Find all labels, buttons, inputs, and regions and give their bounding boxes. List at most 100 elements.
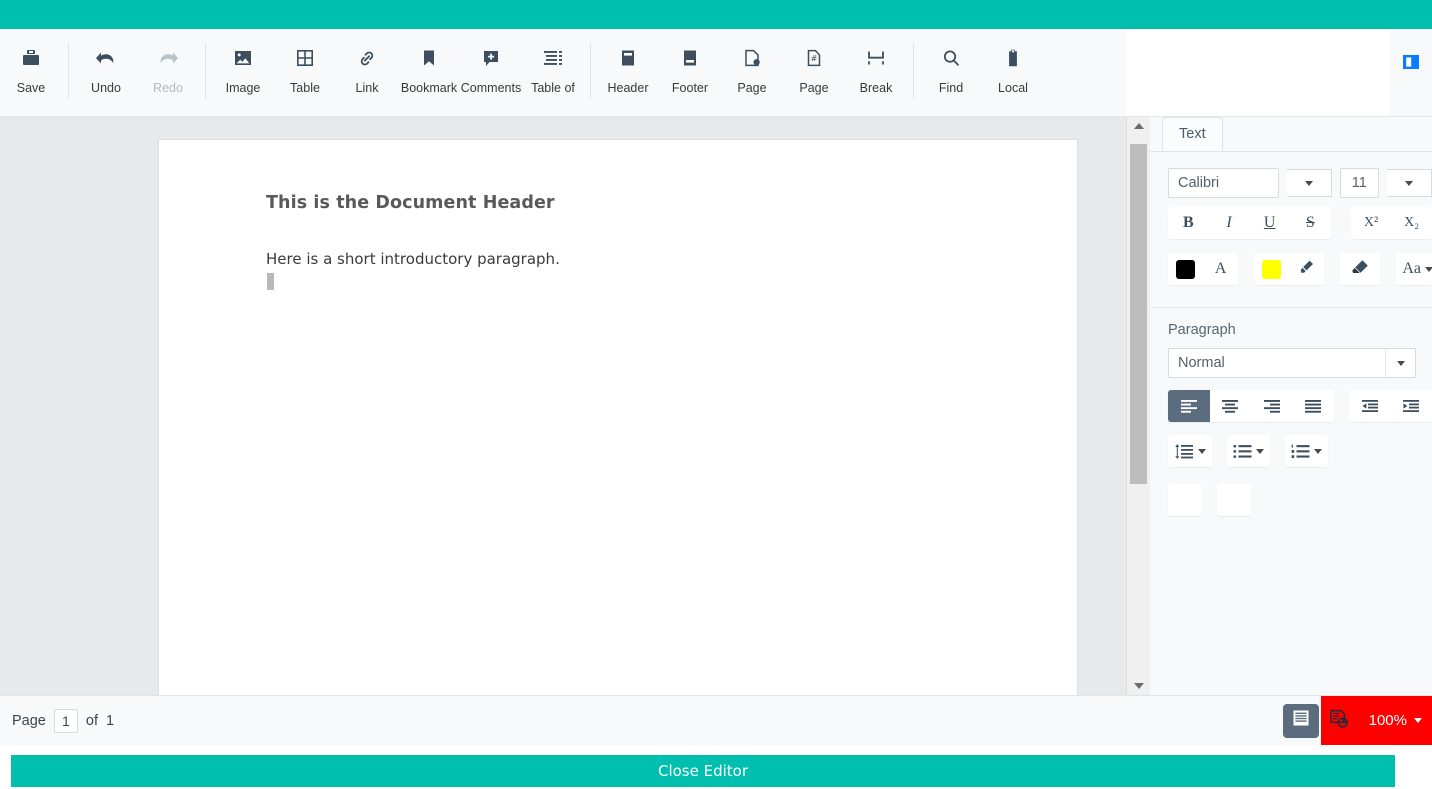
highlight-color-swatch-button[interactable] bbox=[1254, 253, 1290, 285]
highlight-color-swatch bbox=[1262, 259, 1282, 279]
toolbar-button-page-number[interactable]: # Page bbox=[783, 37, 845, 105]
align-left-button[interactable] bbox=[1168, 390, 1210, 422]
strikethrough-button[interactable]: S bbox=[1290, 207, 1331, 239]
toolbar-button-table-of-contents[interactable]: Table of bbox=[522, 37, 584, 105]
document-paragraph: Here is a short introductory paragraph. bbox=[266, 250, 560, 268]
superscript-button[interactable]: X² bbox=[1350, 207, 1392, 239]
font-size-value: 11 bbox=[1351, 175, 1367, 191]
toolbar-button-link[interactable]: Link bbox=[336, 37, 398, 105]
table-grid-icon bbox=[295, 45, 315, 71]
text-caret bbox=[267, 273, 274, 290]
comment-add-icon bbox=[481, 45, 501, 71]
bold-button[interactable]: B bbox=[1168, 207, 1209, 239]
toolbar-button-redo[interactable]: Redo bbox=[137, 37, 199, 105]
tab-text-label: Text bbox=[1179, 126, 1206, 142]
font-family-dropdown-arrow[interactable] bbox=[1286, 169, 1332, 197]
tab-text[interactable]: Text bbox=[1162, 117, 1223, 151]
page-break-icon bbox=[865, 45, 887, 71]
change-case-button[interactable]: Aa bbox=[1396, 253, 1432, 285]
close-editor-label: Close Editor bbox=[657, 762, 749, 780]
toggle-side-panel-icon[interactable] bbox=[1402, 53, 1420, 76]
list-row bbox=[1150, 435, 1432, 467]
document-page[interactable]: This is the Document Header Here is a sh… bbox=[159, 140, 1077, 695]
toolbar-button-undo[interactable]: Undo bbox=[75, 37, 137, 105]
toolbar-button-undo-label: Undo bbox=[91, 81, 121, 95]
subscript-label: X₂ bbox=[1404, 215, 1420, 230]
clipboard-icon bbox=[1003, 45, 1023, 71]
italic-button[interactable]: I bbox=[1208, 207, 1250, 239]
editor-region: This is the Document Header Here is a sh… bbox=[0, 117, 1432, 695]
numbered-list-group bbox=[1285, 435, 1328, 467]
toolbar-button-find-label: Find bbox=[938, 81, 964, 95]
paragraph-extra-button-1[interactable] bbox=[1168, 484, 1202, 516]
page-label: Page bbox=[12, 712, 46, 729]
highlight-group bbox=[1254, 253, 1325, 285]
chevron-down-icon bbox=[1198, 448, 1206, 454]
document-vertical-scrollbar[interactable] bbox=[1126, 117, 1150, 695]
numbered-list-button[interactable] bbox=[1285, 435, 1328, 467]
line-spacing-button[interactable] bbox=[1168, 435, 1212, 467]
paragraph-style-select[interactable]: Normal bbox=[1168, 348, 1416, 378]
indent-group bbox=[1349, 390, 1432, 422]
page-number-input[interactable] bbox=[53, 708, 78, 733]
increase-indent-button[interactable] bbox=[1390, 390, 1432, 422]
clear-formatting-button[interactable] bbox=[1340, 253, 1381, 285]
bulleted-list-group bbox=[1227, 435, 1270, 467]
decrease-indent-button[interactable] bbox=[1349, 390, 1391, 422]
svg-text:#: # bbox=[811, 54, 818, 63]
underline-button[interactable]: U bbox=[1249, 207, 1291, 239]
page-navigation: Page of 1 bbox=[0, 708, 115, 733]
toolbar-button-find[interactable]: Find bbox=[920, 37, 982, 105]
text-style-group: B I U S bbox=[1168, 207, 1331, 239]
toolbar-button-save[interactable]: Save bbox=[0, 37, 62, 105]
toolbar-button-header[interactable]: Header bbox=[597, 37, 659, 105]
paragraph-extra-row bbox=[1150, 484, 1432, 516]
scrollbar-thumb[interactable] bbox=[1130, 144, 1147, 484]
web-layout-view-button[interactable] bbox=[1320, 696, 1357, 745]
scrollbar-up-arrow[interactable] bbox=[1127, 117, 1150, 135]
font-color-button[interactable]: A bbox=[1203, 253, 1239, 285]
align-justify-button[interactable] bbox=[1292, 390, 1334, 422]
toolbar-button-table[interactable]: Table bbox=[274, 37, 336, 105]
eraser-icon bbox=[1350, 258, 1370, 281]
font-size-dropdown-arrow[interactable] bbox=[1387, 169, 1432, 197]
font-row: Calibri 11 bbox=[1150, 168, 1432, 198]
superscript-label: X² bbox=[1363, 215, 1379, 230]
zoom-control[interactable]: 100% bbox=[1356, 696, 1432, 745]
toolbar-button-footer[interactable]: Footer bbox=[659, 37, 721, 105]
status-bar-right-controls: 100% bbox=[1282, 696, 1432, 745]
toolbar-button-image[interactable]: Image bbox=[212, 37, 274, 105]
font-color-swatch bbox=[1176, 259, 1196, 279]
font-family-select[interactable]: Calibri bbox=[1168, 168, 1279, 198]
paragraph-extra-button-2[interactable] bbox=[1217, 484, 1251, 516]
main-toolbar: Save Undo Redo Image Table Link Bookmark… bbox=[0, 29, 1432, 117]
paragraph-section-title: Paragraph bbox=[1168, 322, 1236, 338]
align-right-button[interactable] bbox=[1251, 390, 1293, 422]
image-icon bbox=[233, 45, 253, 71]
text-style-row: B I U S X² X₂ bbox=[1150, 207, 1432, 239]
chevron-down-icon bbox=[1414, 718, 1422, 723]
toolbar-button-local[interactable]: Local bbox=[982, 37, 1044, 105]
paragraph-style-dropdown-arrow[interactable] bbox=[1385, 349, 1415, 377]
page-header-icon bbox=[618, 45, 638, 71]
page-layout-view-button[interactable] bbox=[1282, 703, 1319, 738]
toolbar-button-page-setup[interactable]: Page bbox=[721, 37, 783, 105]
page-footer-icon bbox=[680, 45, 700, 71]
scrollbar-down-arrow[interactable] bbox=[1127, 677, 1150, 695]
subscript-button[interactable]: X₂ bbox=[1391, 207, 1432, 239]
page-total: 1 bbox=[105, 712, 115, 729]
page-of-label: of bbox=[85, 712, 98, 729]
toolbar-button-save-label: Save bbox=[16, 81, 46, 95]
page-setup-gear-icon bbox=[742, 45, 762, 71]
close-editor-button[interactable]: Close Editor bbox=[11, 755, 1395, 787]
alignment-row bbox=[1150, 390, 1432, 422]
toolbar-button-bookmark[interactable]: Bookmark bbox=[398, 37, 460, 105]
bulleted-list-button[interactable] bbox=[1227, 435, 1270, 467]
document-canvas[interactable]: This is the Document Header Here is a sh… bbox=[0, 117, 1126, 695]
font-color-swatch-button[interactable] bbox=[1168, 253, 1204, 285]
align-center-button[interactable] bbox=[1209, 390, 1251, 422]
toolbar-button-comments[interactable]: Comments bbox=[460, 37, 522, 105]
font-size-select[interactable]: 11 bbox=[1339, 168, 1379, 198]
highlighter-button[interactable] bbox=[1289, 253, 1325, 285]
toolbar-button-break[interactable]: Break bbox=[845, 37, 907, 105]
